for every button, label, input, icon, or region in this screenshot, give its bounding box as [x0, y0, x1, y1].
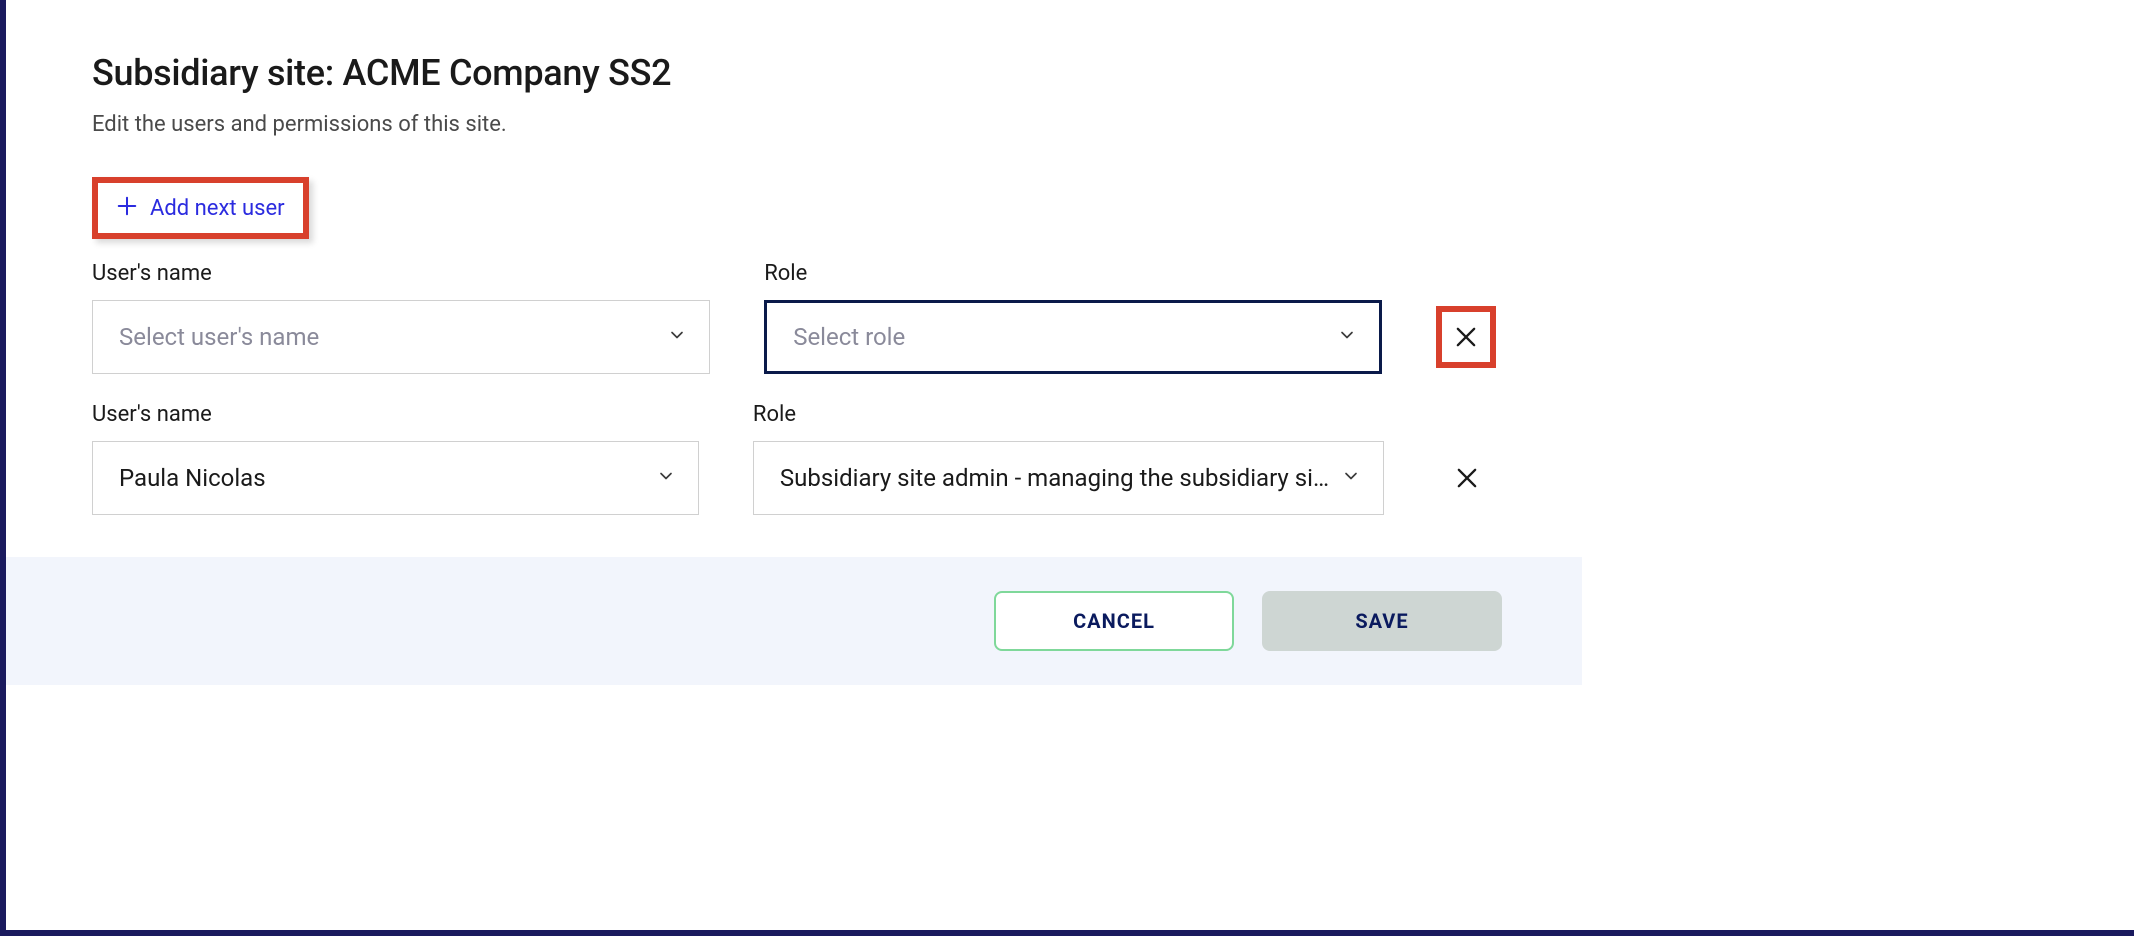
chevron-down-icon — [667, 325, 687, 349]
role-label: Role — [753, 402, 1384, 427]
add-next-user-button[interactable]: Add next user — [92, 177, 309, 239]
role-select[interactable]: Subsidiary site admin - managing the sub… — [753, 441, 1384, 515]
user-row: User's name Select user's name Role Sele… — [92, 261, 1496, 374]
user-rows: User's name Select user's name Role Sele… — [92, 261, 1496, 515]
user-name-placeholder: Select user's name — [119, 323, 319, 351]
remove-row-button[interactable] — [1436, 306, 1496, 368]
chevron-down-icon — [1337, 325, 1357, 349]
chevron-down-icon — [656, 466, 676, 490]
save-button[interactable]: SAVE — [1262, 591, 1502, 651]
user-name-value: Paula Nicolas — [119, 464, 644, 492]
role-value: Subsidiary site admin - managing the sub… — [780, 464, 1329, 492]
page-title: Subsidiary site: ACME Company SS2 — [92, 52, 1496, 94]
user-name-select[interactable]: Paula Nicolas — [92, 441, 699, 515]
page-subtitle: Edit the users and permissions of this s… — [92, 112, 1496, 137]
cancel-button[interactable]: CANCEL — [994, 591, 1234, 651]
chevron-down-icon — [1341, 466, 1361, 490]
footer-actions: CANCEL SAVE — [6, 557, 1582, 685]
remove-row-button[interactable] — [1438, 447, 1496, 509]
role-label: Role — [764, 261, 1382, 286]
add-next-user-label: Add next user — [150, 196, 285, 221]
user-name-select[interactable]: Select user's name — [92, 300, 710, 374]
plus-icon — [116, 195, 138, 221]
role-select[interactable]: Select role — [764, 300, 1382, 374]
user-row: User's name Paula Nicolas Role Subsidiar… — [92, 402, 1496, 515]
user-name-label: User's name — [92, 402, 699, 427]
role-placeholder: Select role — [793, 323, 905, 351]
user-name-label: User's name — [92, 261, 710, 286]
